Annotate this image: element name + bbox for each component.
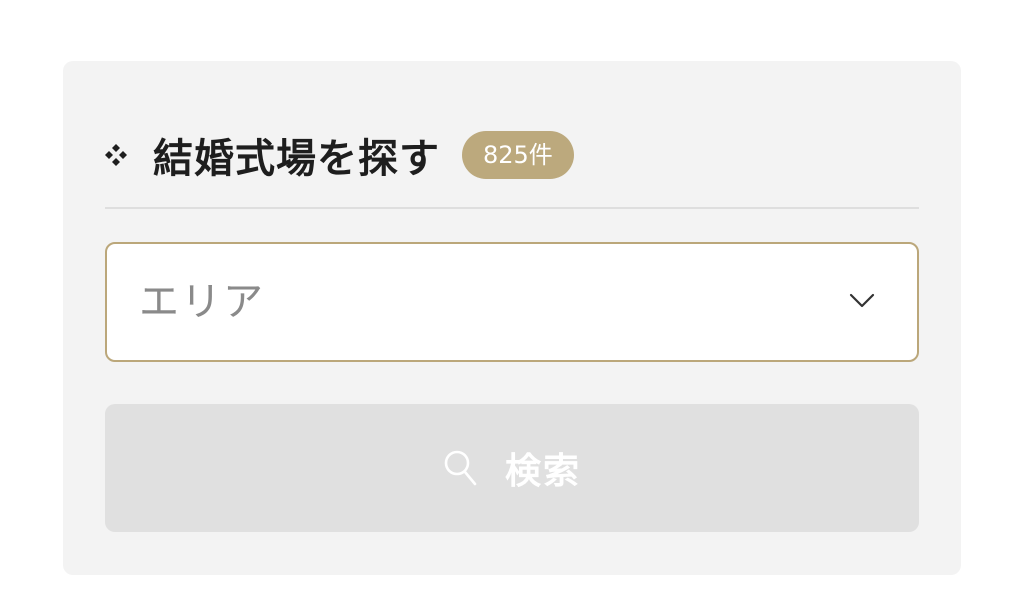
search-button[interactable]: 検索 bbox=[105, 404, 919, 532]
search-button-label: 検索 bbox=[504, 451, 581, 492]
venue-search-panel: 結婚式場を探す 825件 エリア 検索 bbox=[63, 61, 961, 575]
count-badge: 825件 bbox=[462, 131, 574, 179]
diamond-cluster-icon bbox=[105, 144, 127, 166]
page-title: 結婚式場を探す bbox=[153, 136, 440, 182]
panel-header: 結婚式場を探す 825件 bbox=[105, 127, 574, 183]
search-icon bbox=[443, 448, 479, 488]
area-select-placeholder: エリア bbox=[139, 279, 265, 325]
chevron-down-icon bbox=[849, 292, 875, 310]
header-divider bbox=[105, 207, 919, 209]
area-select[interactable]: エリア bbox=[105, 242, 919, 362]
